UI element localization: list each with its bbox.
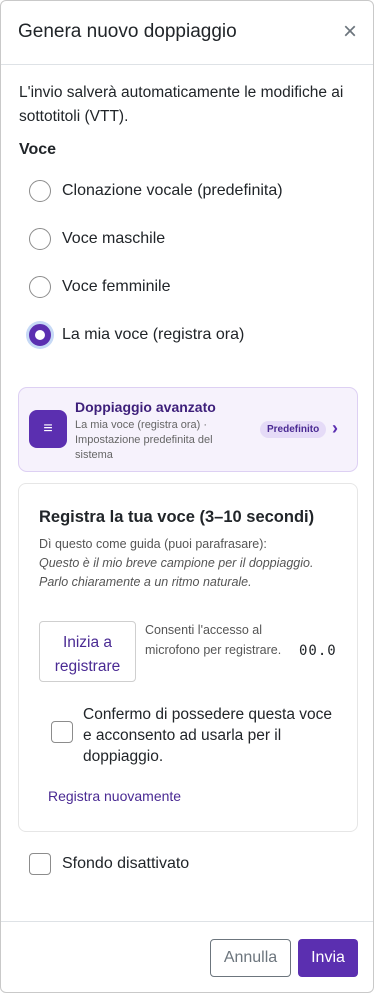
dialog-header: Genera nuovo doppiaggio ×: [1, 1, 373, 65]
guide-intro: Dì questo come guida (puoi parafrasare):: [39, 537, 267, 551]
radio-option-voice-clone[interactable]: Clonazione vocale (predefinita): [29, 179, 283, 203]
consent-checkbox[interactable]: [51, 721, 73, 743]
background-label: Sfondo disattivato: [62, 855, 190, 872]
record-title: Registra la tua voce (3–10 secondi): [39, 508, 315, 526]
radio-label: Clonazione vocale (predefinita): [62, 182, 283, 199]
guide-text: Questo è il mio breve campione per il do…: [39, 556, 314, 589]
radio-button[interactable]: [29, 276, 51, 298]
info-text: L'invio salverà automaticamente le modif…: [19, 84, 344, 125]
advanced-dubbing-card[interactable]: ≡ Doppiaggio avanzato La mia voce (regis…: [18, 387, 358, 472]
submit-button[interactable]: Invia: [298, 939, 358, 977]
radio-option-female-voice[interactable]: Voce femminile: [29, 275, 171, 299]
advanced-subtitle: La mia voce (registra ora) · Impostazion…: [75, 419, 213, 461]
radio-button[interactable]: [29, 180, 51, 202]
radio-option-my-voice[interactable]: La mia voce (registra ora): [29, 323, 244, 347]
rerecord-link[interactable]: Registra nuovamente: [48, 788, 181, 804]
dub-dialog: Genera nuovo doppiaggio × L'invio salver…: [0, 0, 374, 993]
radio-button-selected[interactable]: [29, 324, 51, 346]
record-voice-card: Registra la tua voce (3–10 secondi) Dì q…: [18, 483, 358, 832]
default-badge: Predefinito: [260, 421, 327, 438]
dialog-footer: Annulla Invia: [1, 921, 373, 992]
consent-text: Confermo di possedere questa voce e acco…: [83, 706, 333, 765]
list-icon: ≡: [29, 410, 67, 448]
mic-permission-hint: Consenti l'accesso al microfono per regi…: [145, 623, 282, 657]
advanced-title: Doppiaggio avanzato: [75, 399, 216, 415]
cancel-button[interactable]: Annulla: [210, 939, 291, 977]
radio-label: La mia voce (registra ora): [62, 326, 245, 343]
background-checkbox[interactable]: [29, 853, 51, 875]
voice-label: Voce: [19, 141, 57, 158]
chevron-right-icon: ›: [332, 418, 338, 438]
radio-label: Voce maschile: [62, 230, 166, 247]
radio-button[interactable]: [29, 228, 51, 250]
record-guide: Dì questo come guida (puoi parafrasare):…: [39, 535, 339, 592]
radio-option-male-voice[interactable]: Voce maschile: [29, 227, 165, 251]
radio-label: Voce femminile: [62, 278, 171, 295]
close-icon[interactable]: ×: [337, 16, 363, 48]
start-recording-button[interactable]: Inizia a registrare: [39, 621, 136, 682]
recording-timer: 00.0: [299, 643, 337, 659]
dialog-title: Genera nuovo doppiaggio: [18, 21, 237, 42]
